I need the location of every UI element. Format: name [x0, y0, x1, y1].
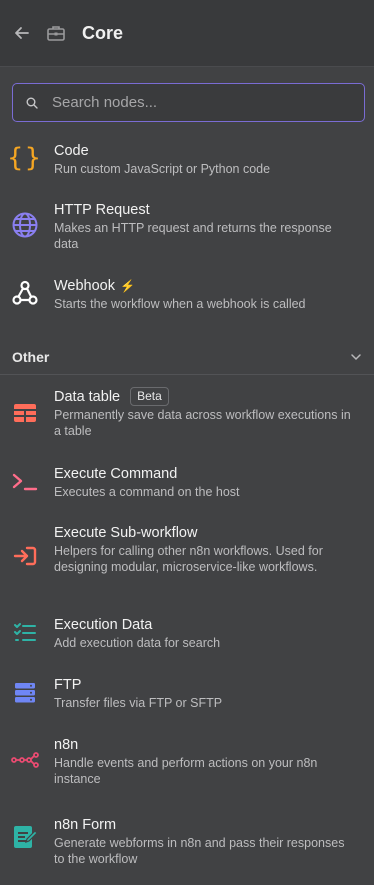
form-icon	[11, 822, 39, 850]
node-name: Execution Data	[54, 617, 153, 633]
sign-in-icon	[11, 542, 39, 570]
node-description: Makes an HTTP request and returns the re…	[54, 221, 332, 251]
webhook-icon	[11, 279, 39, 307]
node-item-execute-command[interactable]: Execute Command Executes a command on th…	[0, 463, 374, 505]
n8n-logo-icon	[11, 746, 39, 774]
node-name: Execute Command	[54, 466, 178, 482]
panel-header: Core	[0, 0, 374, 67]
node-description: Starts the workflow when a webhook is ca…	[54, 297, 306, 311]
node-description: Helpers for calling other n8n workflows.…	[54, 544, 323, 574]
node-description: Permanently save data across workflow ex…	[54, 408, 351, 438]
node-name-text: Webhook	[54, 278, 115, 294]
node-description: Run custom JavaScript or Python code	[54, 162, 271, 176]
section-label: Other	[12, 349, 50, 365]
page-title: Core	[82, 22, 124, 43]
node-item-code[interactable]: {} Code Run custom JavaScript or Python …	[0, 140, 374, 190]
node-name: Data table Beta	[54, 387, 354, 406]
node-name-text: Data table	[54, 388, 121, 405]
node-item-n8n[interactable]: n8n Handle events and perform actions on…	[0, 734, 374, 792]
node-name: Webhook ⚡	[54, 277, 354, 295]
node-description: Transfer files via FTP or SFTP	[54, 696, 223, 710]
node-item-data-table[interactable]: Data table Beta Permanently save data ac…	[0, 385, 374, 445]
tasks-icon	[11, 619, 39, 647]
search-input[interactable]	[50, 93, 344, 112]
node-item-execution-data[interactable]: Execution Data Add execution data for se…	[0, 614, 374, 656]
node-name: Execute Sub-workflow	[54, 525, 198, 541]
node-item-webhook[interactable]: Webhook ⚡ Starts the workflow when a web…	[0, 275, 374, 320]
code-braces-icon: {}	[7, 143, 43, 173]
node-name: Code	[54, 143, 89, 159]
node-item-http-request[interactable]: HTTP Request Makes an HTTP request and r…	[0, 199, 374, 259]
bolt-icon: ⚡	[120, 279, 135, 293]
node-description: Handle events and perform actions on you…	[54, 756, 318, 786]
back-arrow-icon[interactable]	[12, 23, 32, 43]
server-icon	[11, 679, 39, 707]
node-description: Add execution data for search	[54, 636, 221, 650]
toolbox-icon	[46, 23, 66, 43]
chevron-down-icon[interactable]	[350, 350, 362, 362]
node-description: Executes a command on the host	[54, 485, 240, 499]
section-other[interactable]: Other	[0, 340, 374, 375]
node-description: Generate webforms in n8n and pass their …	[54, 836, 345, 866]
terminal-icon	[11, 468, 39, 496]
node-name: FTP	[54, 677, 82, 693]
beta-badge: Beta	[130, 387, 169, 406]
search-icon	[26, 97, 38, 109]
search-box[interactable]	[12, 83, 365, 122]
table-icon	[11, 399, 39, 427]
node-item-ftp[interactable]: FTP Transfer files via FTP or SFTP	[0, 674, 374, 716]
node-name: n8n	[54, 737, 79, 753]
node-name: n8n Form	[54, 817, 117, 833]
node-item-execute-sub-workflow[interactable]: Execute Sub-workflow Helpers for calling…	[0, 522, 374, 592]
node-item-n8n-form[interactable]: n8n Form Generate webforms in n8n and pa…	[0, 814, 374, 874]
node-name: HTTP Request	[54, 202, 150, 218]
globe-icon	[11, 211, 39, 239]
